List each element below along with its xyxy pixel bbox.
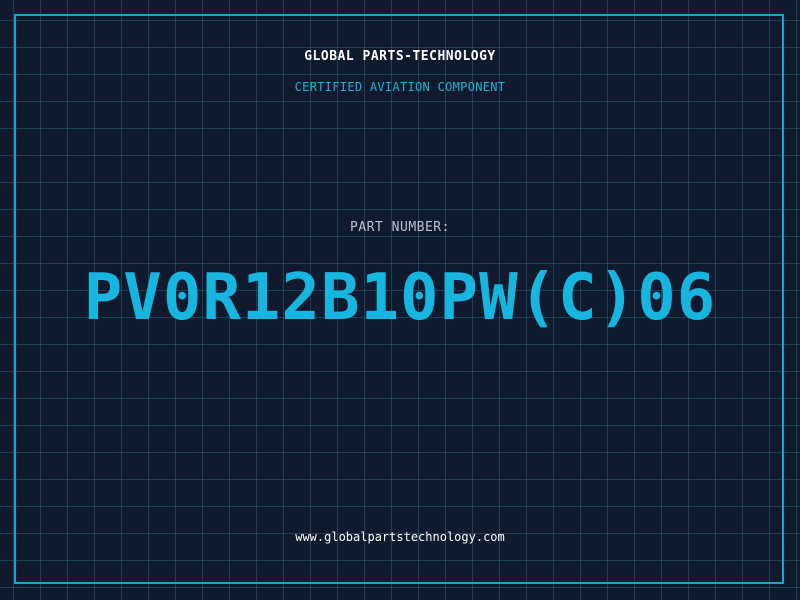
- company-name: GLOBAL PARTS-TECHNOLOGY: [304, 49, 496, 64]
- part-number-label: PART NUMBER:: [350, 220, 450, 235]
- part-number-value: PV0R12B10PW(C)06: [83, 261, 717, 335]
- certification-subtitle: CERTIFIED AVIATION COMPONENT: [294, 80, 506, 94]
- website-url: www.globalpartstechnology.com: [295, 530, 505, 544]
